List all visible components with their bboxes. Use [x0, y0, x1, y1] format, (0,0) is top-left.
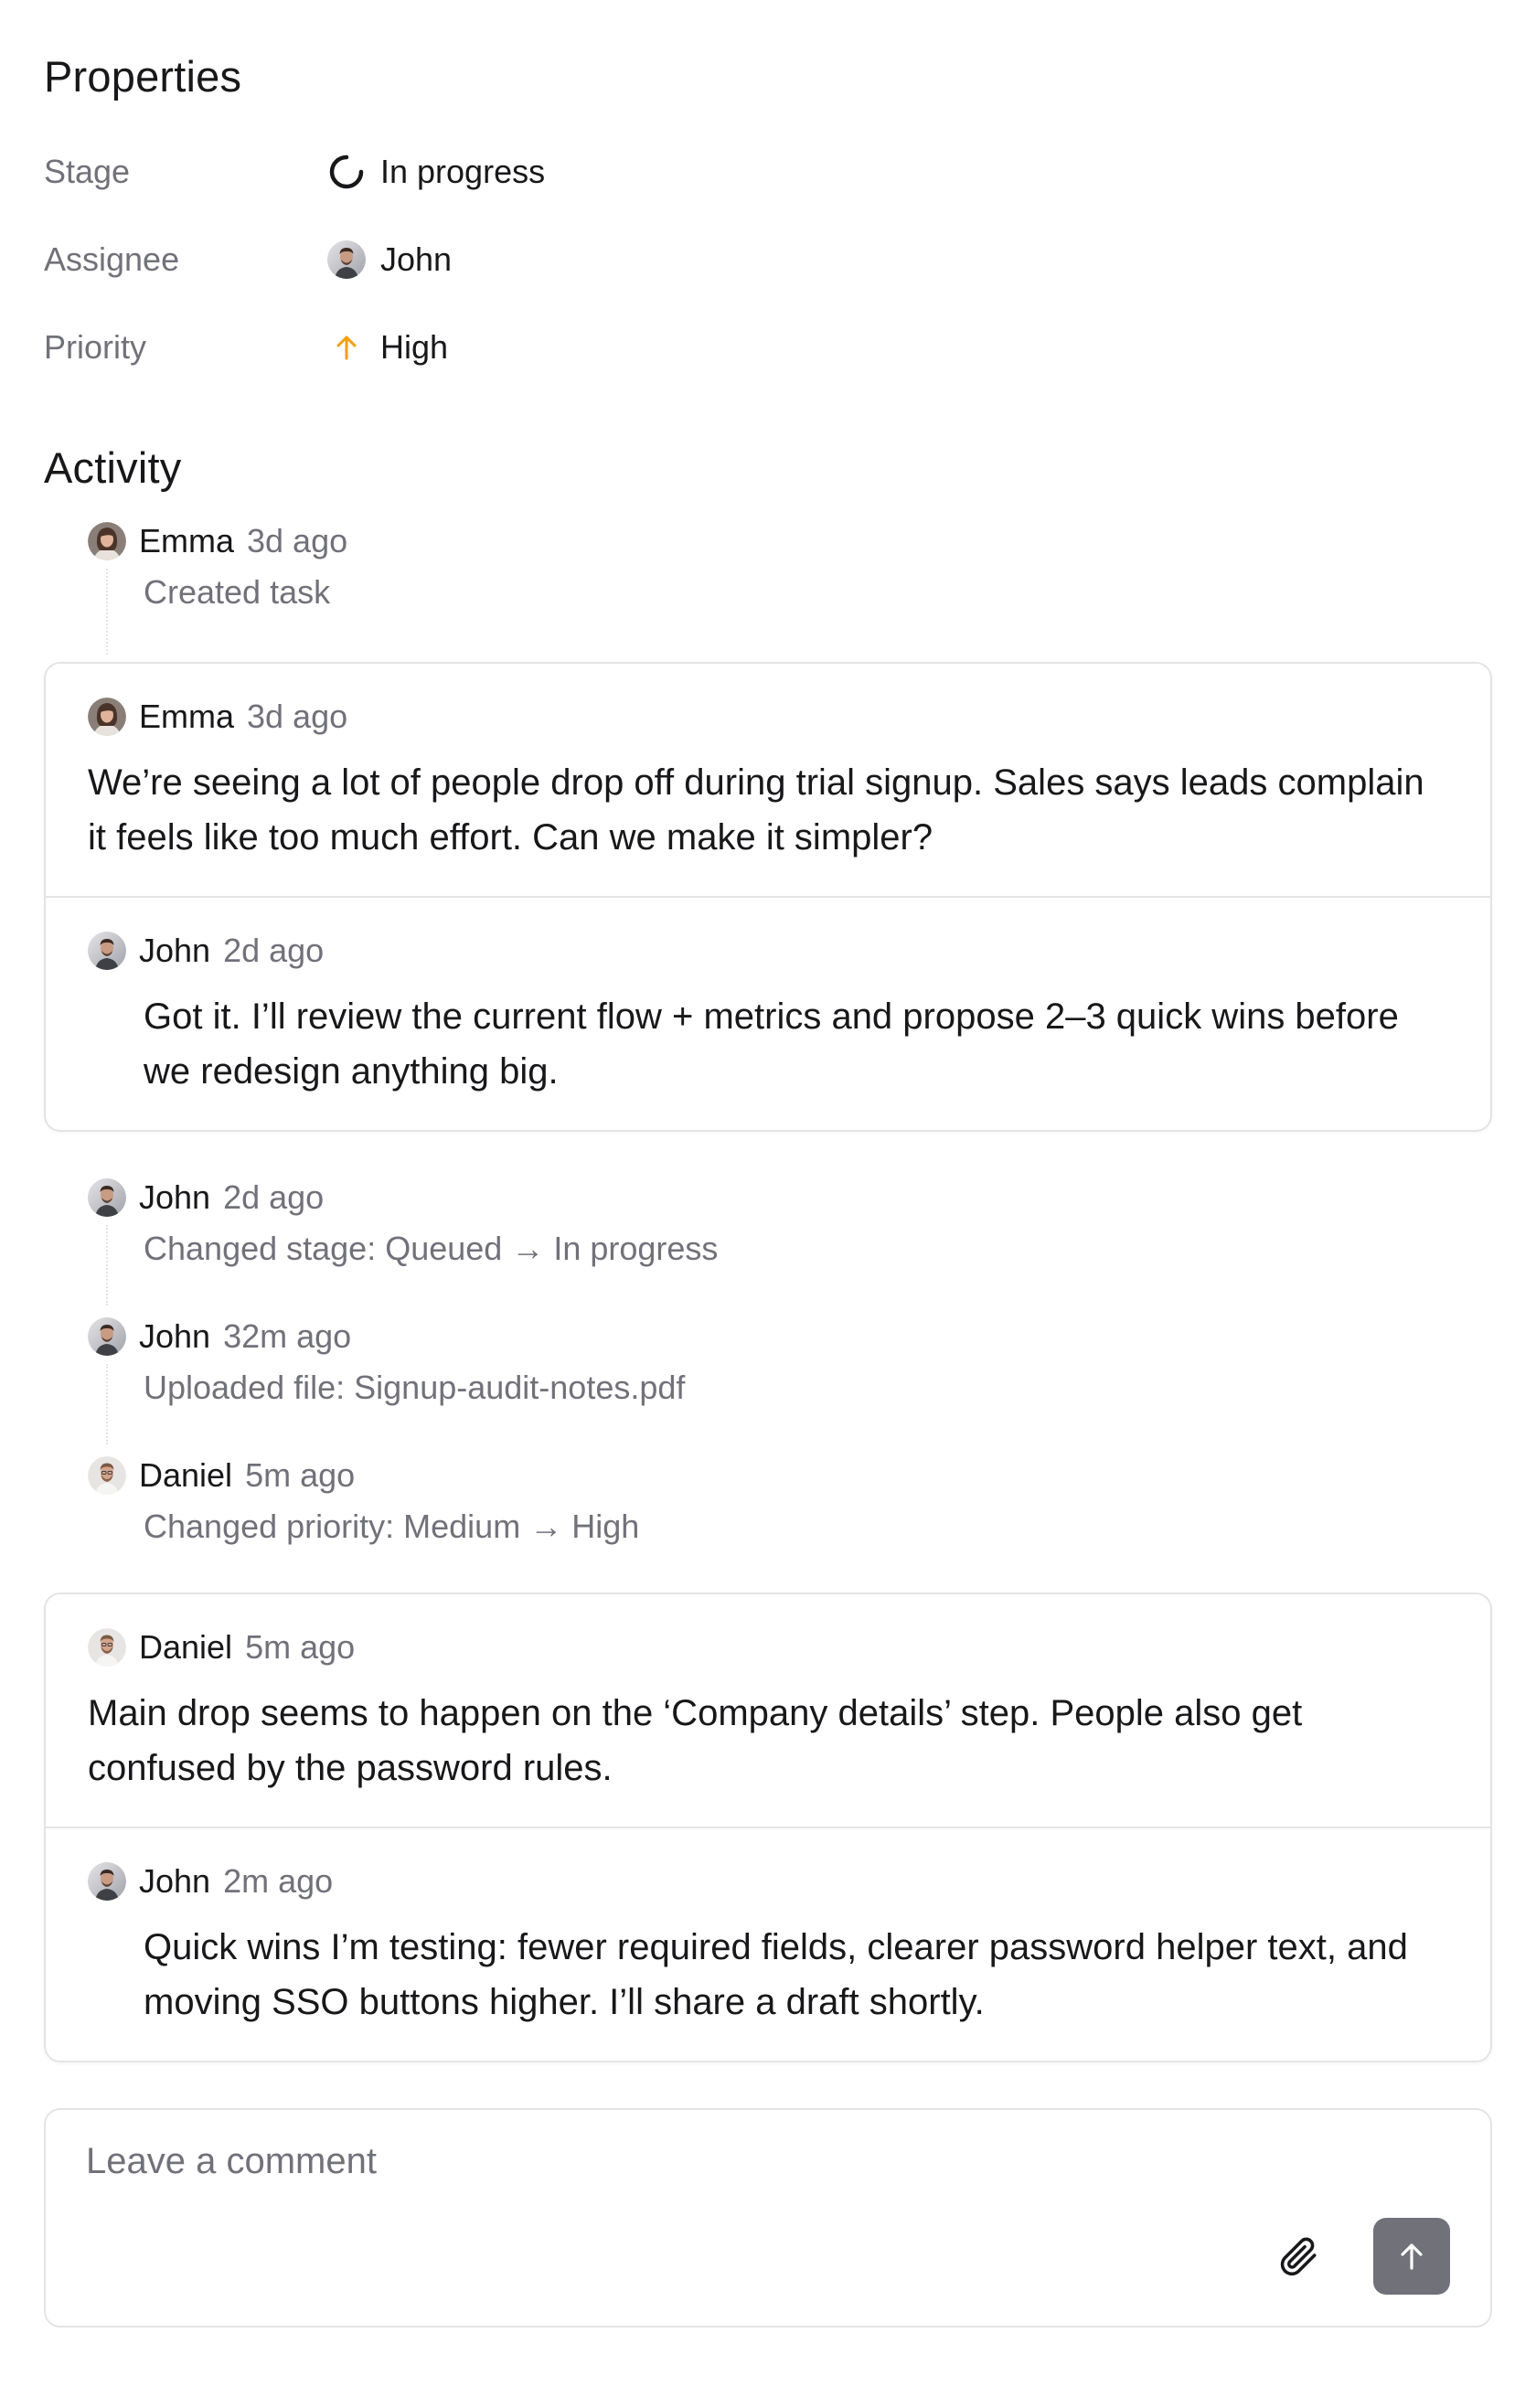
avatar-daniel	[88, 1456, 126, 1495]
comment: Emma 3d ago We’re seeing a lot of people…	[46, 664, 1490, 896]
priority-value[interactable]: High	[327, 328, 448, 367]
comment-reply: John 2m ago Quick wins I’m testing: fewe…	[46, 1827, 1490, 2061]
comment-thread: Emma 3d ago We’re seeing a lot of people…	[44, 662, 1492, 1132]
event-description: Changed priority: Medium → High	[144, 1508, 640, 1545]
avatar-emma	[88, 698, 126, 736]
event-time: 3d ago	[247, 522, 348, 559]
arrow-up-icon	[1401, 2243, 1423, 2270]
property-row-priority: Priority High	[44, 304, 1492, 391]
event-author[interactable]: John	[139, 1178, 210, 1217]
avatar-john	[88, 1178, 126, 1217]
event-header: John 2d ago	[88, 1172, 1492, 1223]
priority-label: High	[380, 328, 449, 366]
paperclip-icon	[1280, 2237, 1317, 2276]
progress-spinner-icon	[329, 154, 364, 189]
event-time: 2d ago	[223, 1178, 325, 1216]
activity-title: Activity	[44, 443, 182, 492]
activity-event: Daniel 5m ago Changed priority: Medium →…	[88, 1450, 1492, 1556]
comment-input[interactable]	[86, 2134, 1183, 2189]
comment-header: Daniel 5m ago	[88, 1620, 1448, 1675]
comment-text: Got it. I’ll review the current flow + m…	[144, 996, 1399, 1092]
properties-title: Properties	[44, 52, 242, 101]
activity-timeline: Emma 3d ago Created task	[44, 516, 1492, 655]
send-comment-button[interactable]	[1373, 2218, 1450, 2295]
comment: Daniel 5m ago Main drop seems to happen …	[46, 1594, 1490, 1827]
event-description: Changed stage: Queued → In progress	[144, 1230, 719, 1267]
comment-time: 2m ago	[223, 1862, 334, 1900]
stage-label: In progress	[380, 153, 546, 190]
comment-time: 2d ago	[223, 932, 325, 969]
comment-text: We’re seeing a lot of people drop off du…	[88, 762, 1424, 858]
comment-author[interactable]: John	[139, 932, 210, 970]
comment-composer[interactable]	[44, 2108, 1492, 2328]
timeline-connector	[106, 569, 108, 655]
event-description: Created task	[144, 573, 331, 611]
comment-author[interactable]: Emma	[139, 698, 234, 736]
avatar-emma	[88, 522, 126, 560]
property-label: Priority	[44, 328, 147, 366]
property-row-assignee: Assignee John	[44, 216, 1492, 304]
comment-time: 3d ago	[247, 698, 348, 735]
comment-thread: Daniel 5m ago Main drop seems to happen …	[44, 1593, 1492, 2062]
event-header: Emma 3d ago	[88, 516, 1492, 567]
comment-text: Main drop seems to happen on the ‘Compan…	[88, 1693, 1303, 1788]
property-label: Stage	[44, 153, 131, 190]
activity-event: John 32m ago Uploaded file: Signup-audit…	[88, 1311, 1492, 1444]
event-author[interactable]: Daniel	[139, 1456, 232, 1495]
property-row-stage: Stage In progress	[44, 128, 1492, 216]
comment-header: John 2m ago	[88, 1854, 1448, 1909]
comment-text: Quick wins I’m testing: fewer required f…	[144, 1927, 1408, 2022]
comment-header: John 2d ago	[88, 923, 1448, 978]
stage-value[interactable]: In progress	[327, 153, 545, 191]
comment-header: Emma 3d ago	[88, 689, 1448, 744]
comment-author[interactable]: Daniel	[139, 1628, 232, 1667]
avatar-john	[327, 240, 366, 279]
event-author[interactable]: John	[139, 1317, 210, 1356]
attach-file-button[interactable]	[1260, 2218, 1337, 2295]
comment-reply: John 2d ago Got it. I’ll review the curr…	[46, 896, 1490, 1130]
assignee-value[interactable]: John	[327, 240, 452, 279]
task-detail-panel: Properties Stage In progress Assignee Jo…	[44, 48, 1492, 2328]
timeline-connector	[106, 1225, 108, 1305]
property-label: Assignee	[44, 240, 180, 278]
avatar-daniel	[88, 1628, 126, 1667]
comment-time: 5m ago	[245, 1628, 356, 1666]
event-time: 5m ago	[245, 1456, 356, 1494]
activity-event: Emma 3d ago Created task	[88, 516, 1492, 655]
arrow-up-icon	[336, 336, 357, 360]
event-author[interactable]: Emma	[139, 522, 234, 560]
timeline-connector	[106, 1364, 108, 1444]
activity-event: John 2d ago Changed stage: Queued → In p…	[88, 1172, 1492, 1305]
event-description[interactable]: Uploaded file: Signup-audit-notes.pdf	[88, 1362, 1492, 1417]
assignee-label: John	[380, 240, 453, 278]
comment-author[interactable]: John	[139, 1862, 210, 1901]
avatar-john	[88, 1317, 126, 1356]
avatar-john	[88, 1862, 126, 1901]
avatar-john	[88, 932, 126, 970]
event-header: John 32m ago	[88, 1311, 1492, 1362]
event-header: Daniel 5m ago	[88, 1450, 1492, 1501]
event-time: 32m ago	[223, 1317, 352, 1355]
properties-list: Stage In progress Assignee John Priority…	[44, 128, 1492, 391]
activity-timeline: John 2d ago Changed stage: Queued → In p…	[44, 1172, 1492, 1556]
